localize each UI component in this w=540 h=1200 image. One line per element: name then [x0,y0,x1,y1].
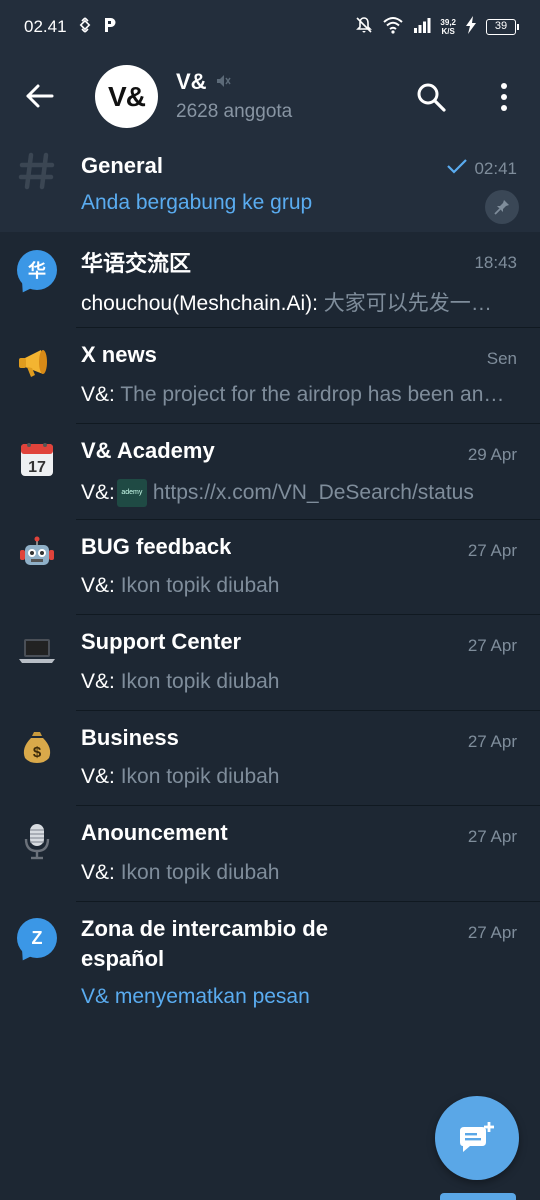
letter-z-bubble-icon: Z [17,918,57,958]
topic-time: 27 Apr [467,923,517,942]
topic-general[interactable]: General 02:41 Anda bergabung ke grup [0,140,540,232]
topic-time: 27 Apr [467,827,517,846]
topic-academy[interactable]: 17 V& Academy 29 Apr V&: ademy https://x… [0,424,540,520]
muted-speaker-icon [215,69,231,95]
group-title[interactable]: V& [176,69,231,95]
topic-x-news[interactable]: X news Sen V&: The project for the airdr… [0,328,540,424]
more-options-button[interactable] [490,80,518,114]
member-count: 2628 anggota [176,101,293,122]
svg-text:$: $ [33,744,42,761]
topic-title: 华语交流区 [81,251,192,276]
topic-time: Sen [486,349,517,368]
mute-bell-icon [355,16,373,39]
topic-title: Business [81,725,179,750]
topic-bug-feedback[interactable]: BUG feedback 27 Apr V&: Ikon topik diuba… [0,520,540,615]
topic-time: 27 Apr [467,541,517,560]
binance-icon [77,16,93,38]
chat-header: V& V& 2628 anggota [0,54,540,140]
topic-title: V& Academy [81,438,215,463]
topic-time: 27 Apr [467,636,517,655]
search-button[interactable] [414,80,448,114]
signal-icon [413,17,431,38]
p-app-icon [103,17,117,38]
svg-text:17: 17 [28,459,46,476]
topic-title: X news [81,342,157,367]
topic-preview: V&: Ikon topik diubah [81,765,280,788]
topic-spanish-zone[interactable]: Z Zona de intercambio de español 27 Apr … [0,902,540,1026]
topic-title-line-2: español [81,946,165,971]
pin-icon [494,200,509,215]
topic-preview: V& menyematkan pesan [81,985,310,1008]
group-avatar[interactable]: V& [95,65,158,128]
charging-icon [465,15,477,39]
megaphone-icon [16,342,58,384]
topic-announcement[interactable]: Anouncement 27 Apr V&: Ikon topik diubah [0,806,540,902]
topic-time: 02:41 [474,158,517,178]
back-button[interactable] [24,80,56,112]
wifi-icon [382,16,404,39]
topic-support-center[interactable]: Support Center 27 Apr V&: Ikon topik diu… [0,615,540,711]
topic-preview: V&: Ikon topik diubah [81,574,280,597]
topic-preview: V&: ademy https://x.com/VN_DeSearch/stat… [81,479,508,507]
hash-icon [16,150,58,192]
network-speed: 39,2 K/S [440,18,456,36]
topic-title: Anouncement [81,820,228,845]
topic-title-line-1: Zona de intercambio de [81,916,328,941]
new-topic-button[interactable] [435,1096,519,1180]
topic-preview: Anda bergabung ke grup [81,191,313,214]
topic-time: 27 Apr [467,732,517,751]
money-bag-icon: $ [16,725,58,767]
topic-chinese[interactable]: 华 华语交流区 18:43 chouchou(Meshchain.Ai): 大家… [0,232,540,328]
unpin-button[interactable] [485,190,519,224]
bottom-strip [440,1193,516,1200]
topic-preview: V&: Ikon topik diubah [81,670,280,693]
link-thumbnail: ademy [116,479,147,507]
more-vertical-icon [501,83,507,111]
topic-preview: V&: Ikon topik diubah [81,861,280,884]
microphone-icon [16,820,58,862]
read-check-icon [446,158,468,179]
topic-time: 29 Apr [467,445,517,464]
topic-business[interactable]: $ Business 27 Apr V&: Ikon topik diubah [0,711,540,806]
search-icon [417,83,446,112]
calendar-icon: 17 [16,438,58,480]
topic-preview: V&: The project for the airdrop has been… [81,383,508,406]
topic-time: 18:43 [474,253,517,272]
battery-indicator: 39 [486,19,519,35]
topic-preview: chouchou(Meshchain.Ai): 大家可以先发一下自己的钱包地址 [81,292,508,315]
topic-title: Support Center [81,629,242,654]
status-bar: 02.41 39,2 K/S 39 [0,0,540,54]
arrow-left-icon [26,84,54,108]
status-time: 02.41 [24,17,67,36]
topic-title: General [81,153,163,178]
chinese-bubble-icon: 华 [17,250,57,290]
laptop-icon [16,629,58,671]
topic-title: BUG feedback [81,534,232,559]
robot-icon [16,534,58,576]
new-topic-icon [460,1122,494,1152]
